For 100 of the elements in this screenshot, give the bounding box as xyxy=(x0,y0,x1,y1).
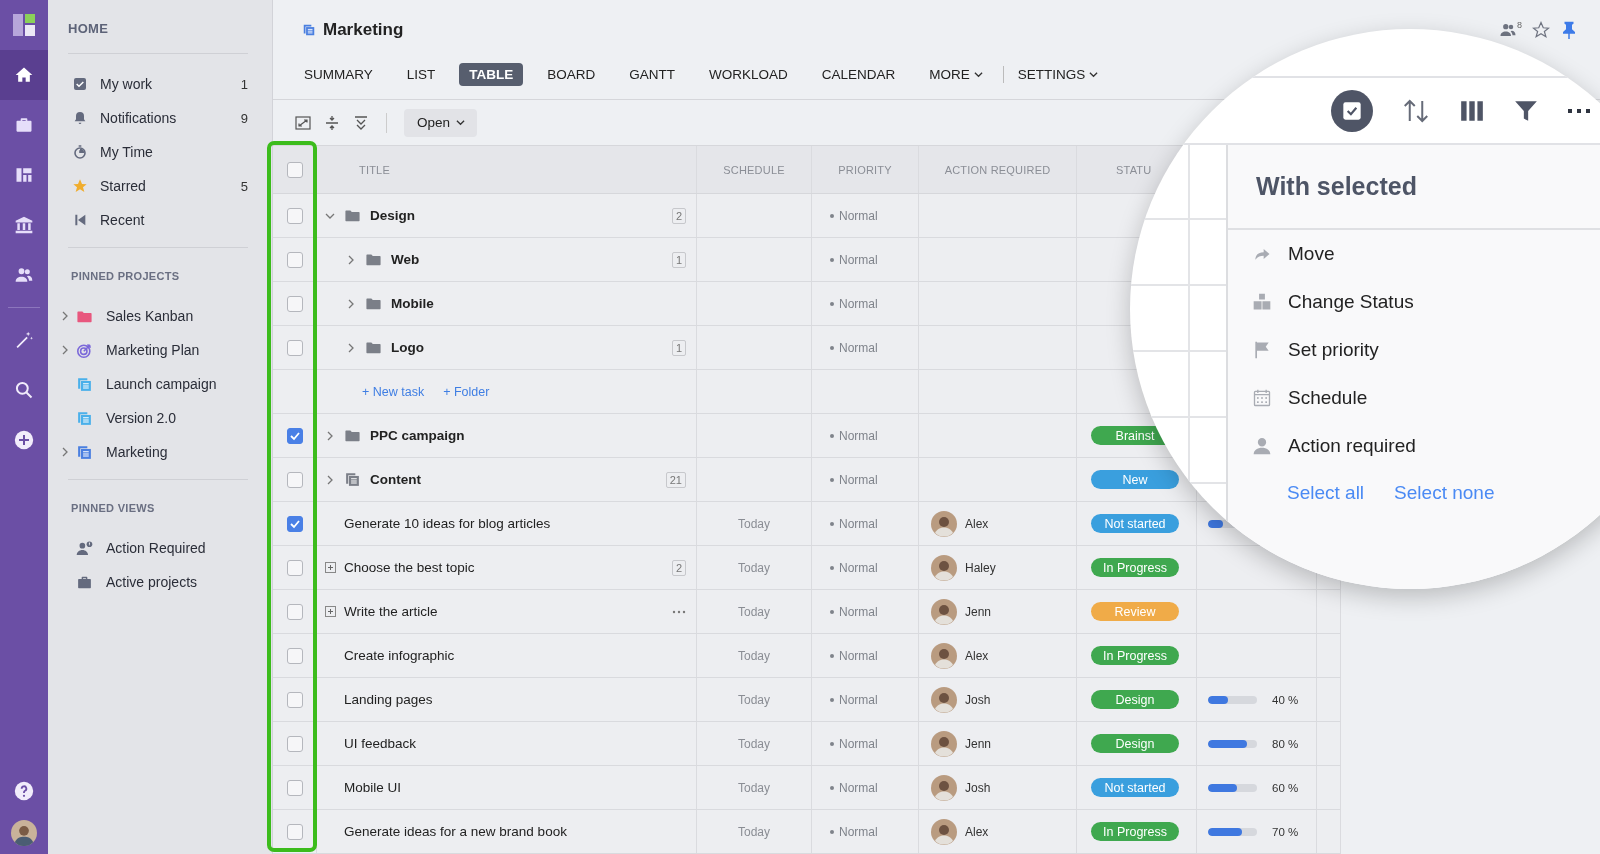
checkbox[interactable] xyxy=(286,471,303,488)
checkbox[interactable] xyxy=(286,339,303,356)
priority-dot xyxy=(830,741,834,746)
chevron-right-icon[interactable] xyxy=(60,345,70,355)
priority-dot xyxy=(830,433,834,438)
checkbox[interactable] xyxy=(286,559,303,576)
folder-title[interactable]: Design xyxy=(370,208,415,223)
checkbox[interactable] xyxy=(286,647,303,664)
folder-title[interactable]: PPC campaign xyxy=(370,428,465,443)
chevron-right-icon[interactable] xyxy=(60,311,70,321)
sidebar-item[interactable]: Marketing xyxy=(60,435,248,469)
view-tab[interactable]: TABLE xyxy=(459,63,524,86)
plus-icon xyxy=(14,430,34,450)
checkbox[interactable] xyxy=(286,515,303,532)
sidebar-item[interactable]: My Time xyxy=(68,135,248,169)
sidebar-item[interactable]: Notifications 9 xyxy=(68,101,248,135)
sidebar-item[interactable]: Recent xyxy=(68,203,248,237)
task-title[interactable]: Create infographic xyxy=(344,648,455,663)
filter-dropdown[interactable]: Open xyxy=(404,108,478,137)
checkbox[interactable] xyxy=(286,295,303,312)
view-tab[interactable]: MORE xyxy=(919,63,993,86)
more-icon[interactable] xyxy=(1567,107,1591,114)
menu-item[interactable]: Set priority xyxy=(1228,326,1379,374)
sidebar-item[interactable]: Version 2.0 xyxy=(60,401,248,435)
checkbox[interactable] xyxy=(286,207,303,224)
checkbox[interactable] xyxy=(286,779,303,796)
view-tab[interactable]: GANTT xyxy=(619,63,686,86)
folder-title[interactable]: Logo xyxy=(391,340,424,355)
menu-item[interactable]: Change Status xyxy=(1228,278,1414,326)
priority-dot xyxy=(830,653,834,658)
task-title[interactable]: Generate ideas for a new brand book xyxy=(344,824,567,839)
checkbox[interactable] xyxy=(286,691,303,708)
sidebar-item[interactable]: Active projects xyxy=(60,565,248,599)
menu-item[interactable]: Schedule xyxy=(1228,374,1368,422)
priority-dot xyxy=(830,257,834,262)
add-link[interactable]: + New task xyxy=(362,384,425,399)
checkbox[interactable] xyxy=(286,427,303,444)
view-tab[interactable]: SUMMARY xyxy=(294,63,383,86)
menu-item[interactable]: Move xyxy=(1228,230,1335,278)
priority-dot xyxy=(830,301,834,306)
list-icon xyxy=(302,23,316,37)
blocks-icon xyxy=(1252,292,1272,312)
app-logo[interactable] xyxy=(13,14,35,36)
chevron-right-icon[interactable] xyxy=(325,430,335,441)
sidebar-item[interactable]: My work 1 xyxy=(68,67,248,101)
folder-title[interactable]: Content xyxy=(370,472,421,487)
sidebar-item[interactable]: Action Required xyxy=(60,531,248,565)
checkbox[interactable] xyxy=(286,251,303,268)
expand-box-icon[interactable] xyxy=(324,562,336,573)
folder-title[interactable]: Web xyxy=(391,252,420,267)
chevron-right-icon[interactable] xyxy=(325,474,335,485)
expand-box-icon[interactable] xyxy=(324,606,336,617)
assignee-name: Alex xyxy=(965,516,989,531)
star-icon[interactable] xyxy=(1532,21,1550,39)
schedule-date: Today xyxy=(738,604,770,619)
progress-value: 60 % xyxy=(1272,781,1299,794)
folder-title[interactable]: Mobile xyxy=(391,296,434,311)
checkbox[interactable] xyxy=(286,823,303,840)
briefcase-icon xyxy=(14,115,34,135)
select-mode-button[interactable] xyxy=(1331,89,1373,132)
sidebar-item[interactable]: Marketing Plan xyxy=(60,333,248,367)
pin-icon[interactable] xyxy=(1560,20,1578,40)
menu-item[interactable]: Action required xyxy=(1228,422,1416,470)
avatar xyxy=(931,818,957,845)
view-tab[interactable]: WORKLOAD xyxy=(699,63,798,86)
task-title[interactable]: Mobile UI xyxy=(344,780,402,795)
list-icon xyxy=(76,443,93,461)
priority-dot xyxy=(830,565,834,570)
priority-dot xyxy=(830,697,834,702)
priority-dot xyxy=(830,521,834,526)
task-title[interactable]: Generate 10 ideas for blog articles xyxy=(344,516,551,531)
progress-bar xyxy=(1208,695,1257,704)
sidebar-item[interactable]: Starred 5 xyxy=(68,169,248,203)
assignee-name: Josh xyxy=(965,780,991,795)
chevron-right-icon[interactable] xyxy=(346,254,356,265)
expand-icon[interactable] xyxy=(295,114,311,131)
chevron-right-icon[interactable] xyxy=(346,298,356,309)
chevron-right-icon[interactable] xyxy=(60,447,70,457)
task-title[interactable]: Write the article xyxy=(344,604,438,619)
progress-bar xyxy=(1208,739,1257,748)
checkbox[interactable] xyxy=(286,735,303,752)
collapse-all-icon[interactable] xyxy=(353,114,369,131)
chevron-right-icon[interactable] xyxy=(346,342,356,353)
task-title[interactable]: Choose the best topic xyxy=(344,560,475,575)
search-icon xyxy=(14,380,34,400)
priority-label: Normal xyxy=(839,296,878,311)
section-heading: HOME xyxy=(68,0,248,54)
task-title[interactable]: UI feedback xyxy=(344,736,417,751)
caret-icon xyxy=(456,118,466,127)
view-tab[interactable]: BOARD xyxy=(537,63,606,86)
collapse-icon[interactable] xyxy=(324,114,340,131)
checkbox[interactable] xyxy=(286,603,303,620)
sidebar-item[interactable]: Launch campaign xyxy=(60,367,248,401)
view-tab[interactable]: CALENDAR xyxy=(811,63,906,86)
task-title[interactable]: Landing pages xyxy=(344,692,433,707)
members-button[interactable]: 8 xyxy=(1499,21,1522,39)
view-tab[interactable]: SETTINGS xyxy=(1002,66,1109,83)
view-tab[interactable]: LIST xyxy=(396,63,446,86)
sidebar-item[interactable]: Sales Kanban xyxy=(60,299,248,333)
checkbox[interactable] xyxy=(286,161,303,178)
